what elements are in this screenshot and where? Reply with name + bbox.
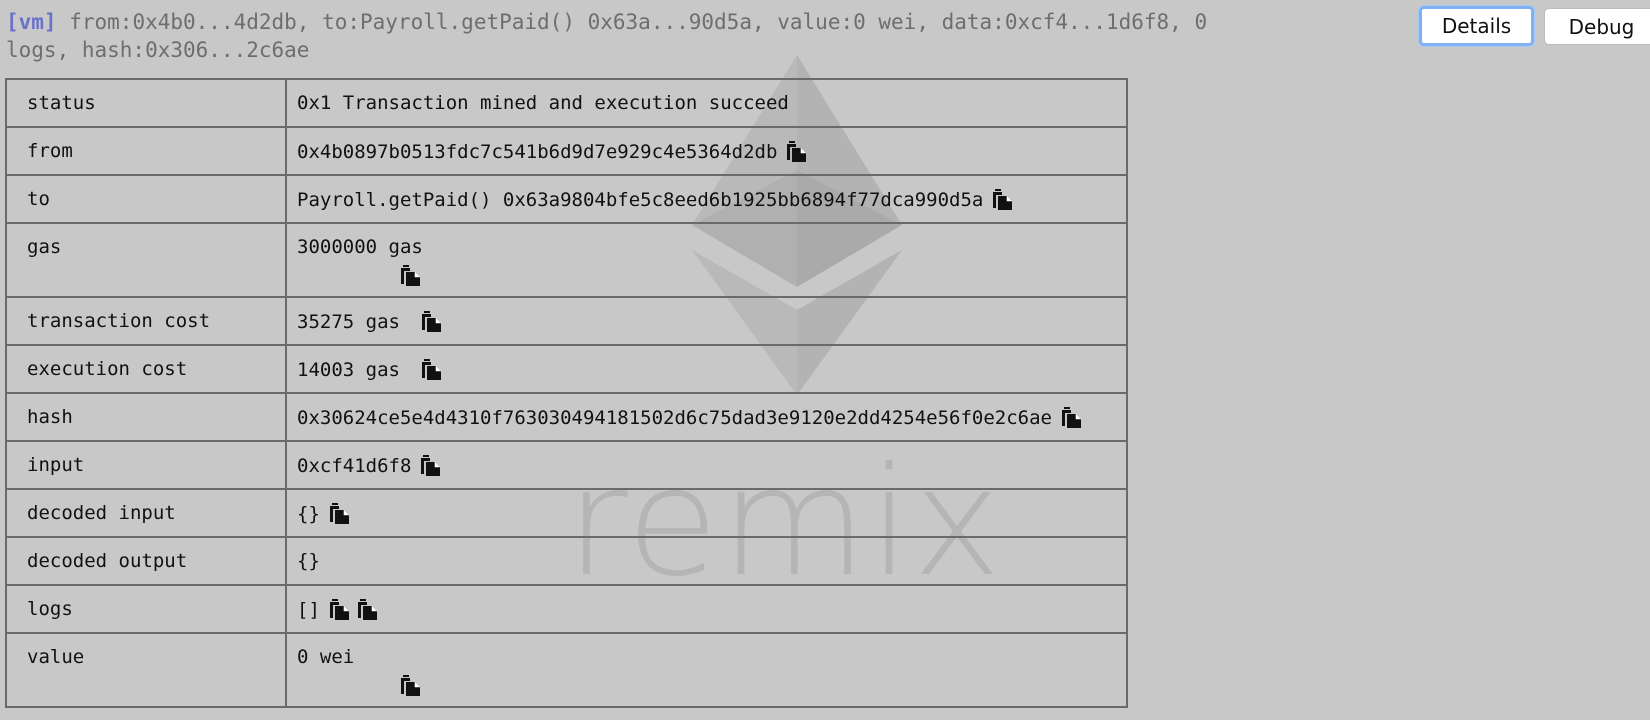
table-row: transaction cost 35275 gas	[5, 296, 1128, 346]
table-row: decoded input {}	[5, 488, 1128, 538]
table-row: gas 3000000 gas	[5, 222, 1128, 298]
details-button[interactable]: Details	[1419, 6, 1534, 46]
copy-icon[interactable]	[991, 188, 1013, 210]
copy-icon[interactable]	[399, 674, 421, 697]
row-value-value: 0 wei	[285, 632, 1128, 708]
row-key-execution-cost: execution cost	[5, 344, 287, 394]
copy-icon[interactable]	[399, 264, 421, 287]
copy-icon[interactable]	[419, 454, 441, 476]
transaction-summary[interactable]: [vm] from:0x4b0...4d2db, to:Payroll.getP…	[6, 8, 1216, 64]
table-row: hash 0x30624ce5e4d4310f763030494181502d6…	[5, 392, 1128, 442]
decoded-input-value: {}	[297, 503, 320, 525]
row-value-transaction-cost: 35275 gas	[285, 296, 1128, 346]
execution-cost-value: 14003 gas	[297, 359, 400, 381]
row-value-status: 0x1 Transaction mined and execution succ…	[285, 78, 1128, 128]
from-value: 0x4b0897b0513fdc7c541b6d9d7e929c4e5364d2…	[297, 141, 778, 163]
row-value-decoded-output: {}	[285, 536, 1128, 586]
row-value-decoded-input: {}	[285, 488, 1128, 538]
row-key-input: input	[5, 440, 287, 490]
table-row: value 0 wei	[5, 632, 1128, 708]
to-value: Payroll.getPaid() 0x63a9804bfe5c8eed6b19…	[297, 189, 984, 211]
row-key-logs: logs	[5, 584, 287, 634]
debug-button[interactable]: Debug	[1544, 8, 1650, 45]
row-key-from: from	[5, 126, 287, 176]
copy-icon[interactable]	[1060, 406, 1082, 428]
row-key-value: value	[5, 632, 287, 708]
summary-text: from:0x4b0...4d2db, to:Payroll.getPaid()…	[6, 10, 1208, 62]
copy-icon[interactable]	[328, 598, 350, 620]
row-value-execution-cost: 14003 gas	[285, 344, 1128, 394]
row-key-hash: hash	[5, 392, 287, 442]
copy-icon[interactable]	[328, 502, 350, 524]
hash-value: 0x30624ce5e4d4310f763030494181502d6c75da…	[297, 407, 1052, 429]
table-row: status 0x1 Transaction mined and executi…	[5, 78, 1128, 128]
input-value: 0xcf41d6f8	[297, 455, 412, 477]
table-row: from 0x4b0897b0513fdc7c541b6d9d7e929c4e5…	[5, 126, 1128, 176]
row-value-hash: 0x30624ce5e4d4310f763030494181502d6c75da…	[285, 392, 1128, 442]
decoded-output-value: {}	[297, 550, 320, 572]
logs-value: []	[297, 599, 320, 621]
row-key-to: to	[5, 174, 287, 224]
transaction-cost-value: 35275 gas	[297, 311, 400, 333]
table-row: to Payroll.getPaid() 0x63a9804bfe5c8eed6…	[5, 174, 1128, 224]
copy-icon[interactable]	[420, 310, 442, 332]
vm-tag: [vm]	[6, 10, 57, 34]
table-row: decoded output {}	[5, 536, 1128, 586]
row-value-logs: []	[285, 584, 1128, 634]
copy-icon[interactable]	[420, 358, 442, 380]
row-key-gas: gas	[5, 222, 287, 298]
copy-icon[interactable]	[785, 140, 807, 162]
row-key-status: status	[5, 78, 287, 128]
value-value: 0 wei	[297, 646, 355, 668]
row-value-gas: 3000000 gas	[285, 222, 1128, 298]
status-value: 0x1 Transaction mined and execution succ…	[297, 92, 789, 114]
transaction-details-table: status 0x1 Transaction mined and executi…	[5, 78, 1128, 708]
table-row: input 0xcf41d6f8	[5, 440, 1128, 490]
row-value-from: 0x4b0897b0513fdc7c541b6d9d7e929c4e5364d2…	[285, 126, 1128, 176]
row-key-decoded-input: decoded input	[5, 488, 287, 538]
row-value-to: Payroll.getPaid() 0x63a9804bfe5c8eed6b19…	[285, 174, 1128, 224]
gas-value: 3000000 gas	[297, 236, 423, 258]
row-value-input: 0xcf41d6f8	[285, 440, 1128, 490]
table-row: execution cost 14003 gas	[5, 344, 1128, 394]
row-key-decoded-output: decoded output	[5, 536, 287, 586]
copy-icon[interactable]	[356, 598, 378, 620]
table-row: logs []	[5, 584, 1128, 634]
row-key-transaction-cost: transaction cost	[5, 296, 287, 346]
